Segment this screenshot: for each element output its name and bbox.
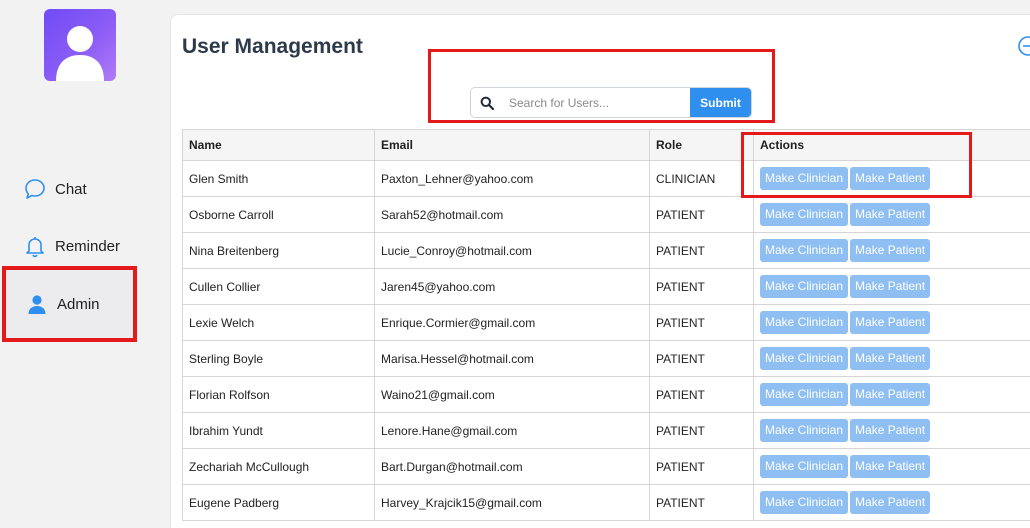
user-name-cell: Zechariah McCullough [182,448,375,485]
make-patient-button[interactable]: Make Patient [850,383,931,406]
user-name-cell: Glen Smith [182,160,375,197]
main-panel: User Management Submit Name Email Role A… [170,14,1030,528]
make-clinician-button[interactable]: Make Clinician [760,311,849,334]
user-role-cell: PATIENT [649,412,754,449]
user-email-cell: Paxton_Lehner@yahoo.com [374,160,650,197]
user-email-cell: Enrique.Cormier@gmail.com [374,304,650,341]
user-role-cell: CLINICIAN [649,160,754,197]
make-clinician-button[interactable]: Make Clinician [760,455,849,478]
make-clinician-button[interactable]: Make Clinician [760,419,849,442]
user-name-cell: Eugene Padberg [182,484,375,521]
user-name-cell: Osborne Carroll [182,196,375,233]
bell-icon [22,233,48,259]
user-role-cell: PATIENT [649,304,754,341]
make-patient-button[interactable]: Make Patient [850,419,931,442]
column-header-role: Role [649,129,754,161]
user-role-cell: PATIENT [649,340,754,377]
user-name-cell: Ibrahim Yundt [182,412,375,449]
make-clinician-button[interactable]: Make Clinician [760,383,849,406]
table-row: Sterling Boyle Marisa.Hessel@hotmail.com P… [182,340,1030,377]
user-actions-cell: Make Clinician Make Patient [753,448,1030,485]
make-patient-button[interactable]: Make Patient [850,455,931,478]
user-actions-cell: Make Clinician Make Patient [753,376,1030,413]
make-patient-button[interactable]: Make Patient [850,311,931,334]
table-row: Cullen Collier Jaren45@yahoo.com PATIENT Ma… [182,268,1030,305]
table-row: Ibrahim Yundt Lenore.Hane@gmail.com PATIEN… [182,412,1030,449]
user-actions-cell: Make Clinician Make Patient [753,304,1030,341]
sidebar-item-reminder[interactable]: Reminder [22,231,120,261]
user-email-cell: Jaren45@yahoo.com [374,268,650,305]
sidebar-item-chat[interactable]: Chat [22,174,87,204]
column-header-email: Email [374,129,650,161]
sidebar: Chat Reminder Admin [0,0,165,528]
table-row: Zechariah McCullough Bart.Durgan@hotmail.… [182,448,1030,485]
submit-button[interactable]: Submit [690,88,751,117]
user-actions-cell: Make Clinician Make Patient [753,412,1030,449]
make-patient-button[interactable]: Make Patient [850,347,931,370]
user-role-cell: PATIENT [649,268,754,305]
user-actions-cell: Make Clinician Make Patient [753,232,1030,269]
user-actions-cell: Make Clinician Make Patient [753,484,1030,521]
user-avatar-icon [56,26,104,81]
page-title: User Management [182,35,363,58]
make-clinician-button[interactable]: Make Clinician [760,203,849,226]
table-row: Florian Rolfson Waino21@gmail.com PATIENT M… [182,376,1030,413]
make-patient-button[interactable]: Make Patient [850,275,931,298]
sidebar-item-admin[interactable]: Admin [24,289,100,319]
make-patient-button[interactable]: Make Patient [850,491,931,514]
user-role-cell: PATIENT [649,448,754,485]
user-name-cell: Cullen Collier [182,268,375,305]
user-email-cell: Lenore.Hane@gmail.com [374,412,650,449]
sidebar-item-label: Reminder [55,237,121,255]
make-clinician-button[interactable]: Make Clinician [760,491,849,514]
make-clinician-button[interactable]: Make Clinician [760,347,849,370]
user-name-cell: Sterling Boyle [182,340,375,377]
make-patient-button[interactable]: Make Patient [850,203,931,226]
make-clinician-button[interactable]: Make Clinician [760,239,849,262]
user-role-cell: PATIENT [649,376,754,413]
user-email-cell: Harvey_Krajcik15@gmail.com [374,484,650,521]
user-actions-cell: Make Clinician Make Patient [753,268,1030,305]
column-header-name: Name [182,129,375,161]
user-role-cell: PATIENT [649,196,754,233]
chat-bubble-icon [22,176,48,202]
user-name-cell: Nina Breitenberg [182,232,375,269]
sidebar-item-label: Chat [55,180,87,198]
user-name-cell: Florian Rolfson [182,376,375,413]
user-email-cell: Marisa.Hessel@hotmail.com [374,340,650,377]
user-email-cell: Sarah52@hotmail.com [374,196,650,233]
user-email-cell: Bart.Durgan@hotmail.com [374,448,650,485]
sidebar-item-label: Admin [57,295,100,313]
user-email-cell: Waino21@gmail.com [374,376,650,413]
search-input[interactable] [503,88,690,117]
actions-highlight-box [741,132,972,198]
user-role-cell: PATIENT [649,484,754,521]
user-icon [24,291,50,317]
user-actions-cell: Make Clinician Make Patient [753,196,1030,233]
table-row: Nina Breitenberg Lucie_Conroy@hotmail.com… [182,232,1030,269]
table-row: Lexie Welch Enrique.Cormier@gmail.com PATI… [182,304,1030,341]
table-row: Osborne Carroll Sarah52@hotmail.com PATIEN… [182,196,1030,233]
user-actions-cell: Make Clinician Make Patient [753,340,1030,377]
search-icon [471,88,503,117]
user-name-cell: Lexie Welch [182,304,375,341]
user-email-cell: Lucie_Conroy@hotmail.com [374,232,650,269]
avatar[interactable] [44,9,116,81]
make-clinician-button[interactable]: Make Clinician [760,275,849,298]
user-role-cell: PATIENT [649,232,754,269]
add-circle-icon[interactable] [1017,35,1030,62]
make-patient-button[interactable]: Make Patient [850,239,931,262]
search-bar: Submit [470,87,752,118]
table-row: Eugene Padberg Harvey_Krajcik15@gmail.com… [182,484,1030,521]
